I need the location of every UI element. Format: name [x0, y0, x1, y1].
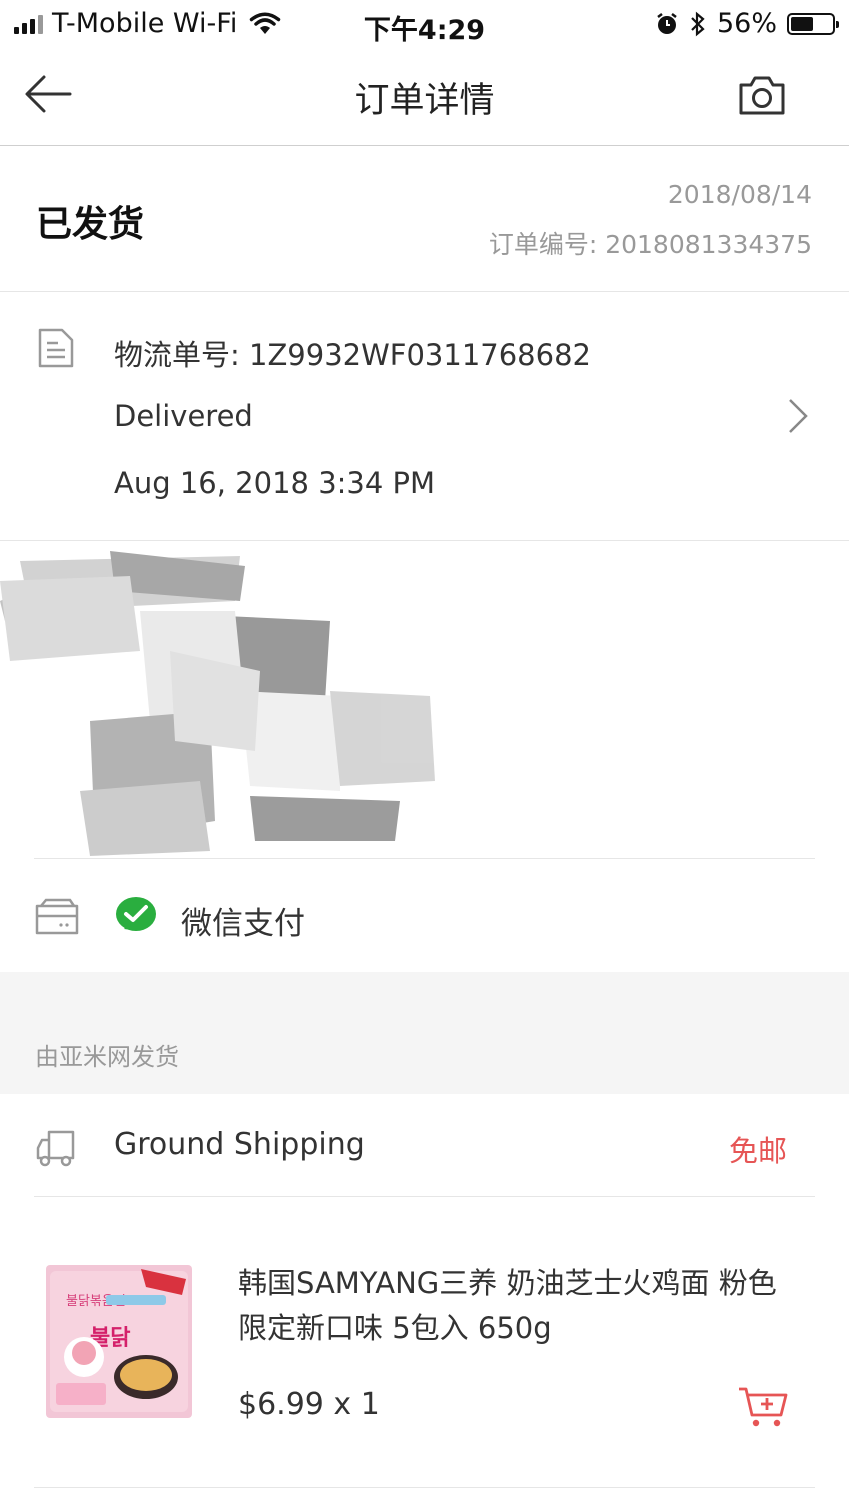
battery-percent: 56% — [716, 8, 777, 39]
redaction-scribble — [0, 551, 435, 856]
shipped-by-label: 由亚米网发货 — [35, 1043, 179, 1071]
order-status: 已发货 — [36, 204, 145, 245]
order-number: 订单编号: 2018081334375 — [488, 230, 812, 259]
shipping-fee: 免邮 — [729, 1134, 788, 1168]
bluetooth-icon — [691, 11, 705, 36]
alarm-icon — [657, 12, 677, 34]
tracking-state: Delivered — [114, 399, 253, 433]
payment-method: 微信支付 — [181, 906, 305, 942]
divider — [34, 858, 815, 859]
document-icon — [38, 328, 74, 368]
wechat-pay-icon — [116, 897, 156, 931]
payment-section: 微信支付 — [0, 860, 849, 972]
battery-icon — [787, 12, 839, 35]
order-header: 已发货 2018/08/14 订单编号: 2018081334375 — [0, 147, 849, 292]
nav-bar: 订单详情 — [0, 48, 849, 146]
tracking-timestamp: Aug 16, 2018 3:34 PM — [114, 466, 436, 500]
product-price: $6.99 x 1 — [238, 1387, 380, 1422]
shipping-method: Ground Shipping — [114, 1127, 365, 1162]
page-title: 订单详情 — [354, 81, 495, 121]
camera-icon[interactable] — [736, 70, 788, 120]
chevron-right-icon — [789, 399, 808, 433]
product-name: 韩国SAMYANG三养 奶油芝士火鸡面 粉色限定新口味 5包入 650g — [238, 1266, 777, 1345]
divider — [34, 1487, 815, 1488]
product-image: 불닭볶음면 불닭 — [46, 1265, 192, 1418]
add-to-cart-icon[interactable] — [737, 1383, 789, 1429]
product-item[interactable]: 불닭볶음면 불닭 韩国SAMYANG三养 奶油芝士火鸡面 粉色限定新口味 5包入… — [0, 1197, 849, 1487]
order-date: 2018/08/14 — [667, 180, 812, 209]
tracking-number: 物流单号: 1Z9932WF0311768682 — [114, 338, 591, 372]
fulfillment-band: 由亚米网发货 — [0, 972, 849, 1094]
address-section — [0, 541, 849, 859]
tracking-section[interactable]: 物流单号: 1Z9932WF0311768682 Delivered Aug 1… — [0, 292, 849, 541]
status-bar: T-Mobile Wi-Fi 下午4:29 56% — [0, 0, 849, 48]
shipping-section: Ground Shipping 免邮 — [0, 1094, 849, 1197]
wallet-icon — [35, 898, 79, 935]
truck-icon — [36, 1130, 75, 1167]
